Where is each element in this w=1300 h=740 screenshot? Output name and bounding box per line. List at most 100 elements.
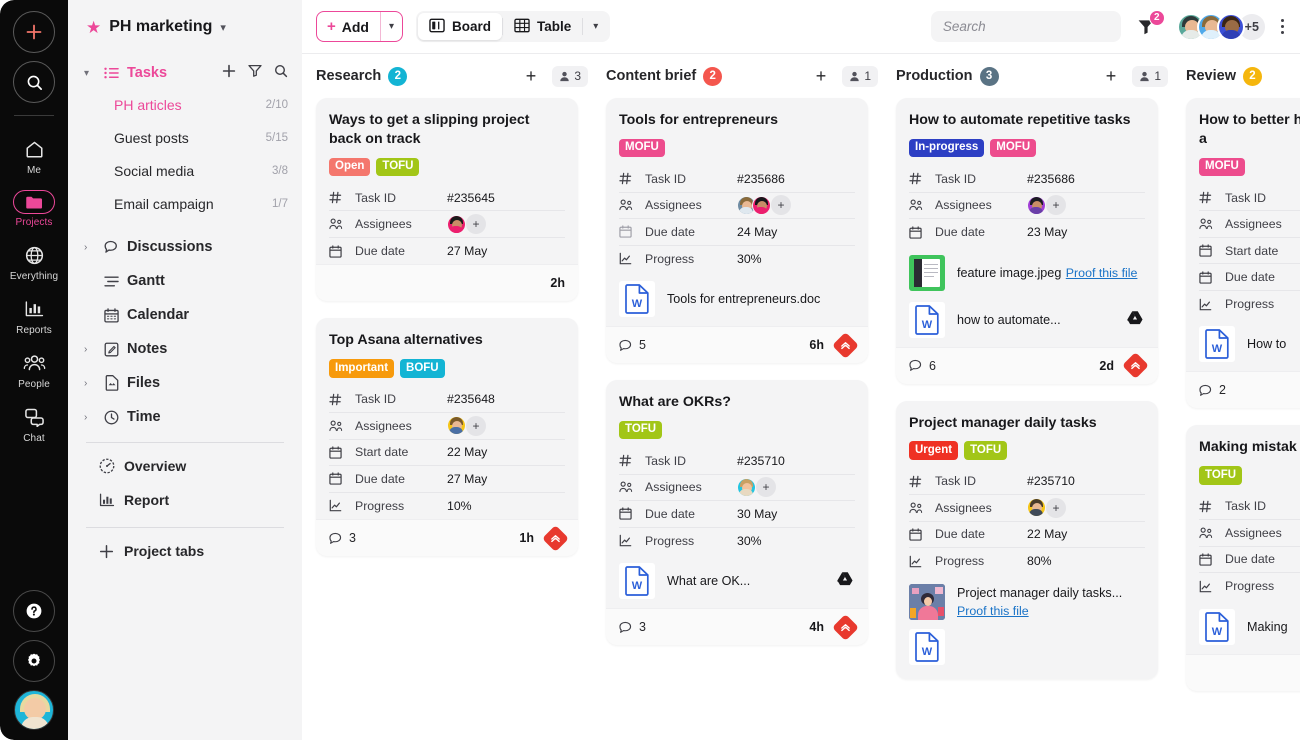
sidebar-item-report[interactable]: Report [82, 483, 288, 517]
sidebar-item-ph-articles[interactable]: PH articles 2/10 [82, 88, 288, 121]
rail-item-projects[interactable]: Projects [0, 190, 68, 228]
search-input[interactable] [942, 19, 1109, 34]
assignee-avatar[interactable] [1027, 195, 1046, 215]
add-assignee-button[interactable]: + [756, 477, 776, 498]
filter-icon[interactable] [248, 64, 262, 82]
chevron-right-icon[interactable]: › [84, 412, 96, 423]
attachment-row[interactable]: W How to [1199, 317, 1300, 371]
user-avatar[interactable] [14, 690, 54, 730]
tag[interactable]: MOFU [1199, 157, 1245, 176]
attachment-row[interactable]: W Tools for entrepreneurs.doc [619, 272, 855, 326]
assignee-avatar[interactable] [447, 416, 466, 436]
attachment-row[interactable]: W how to automate... [909, 300, 1145, 347]
view-dropdown-button[interactable]: ▾ [583, 21, 608, 32]
tag[interactable]: TOFU [964, 441, 1008, 460]
add-assignee-button[interactable]: + [466, 214, 486, 235]
tag[interactable]: MOFU [990, 138, 1037, 158]
chevron-right-icon[interactable]: › [84, 344, 96, 355]
task-card[interactable]: Project manager daily tasks Urgent TOFU … [896, 400, 1158, 679]
help-button[interactable] [13, 590, 55, 632]
comment-count[interactable]: 6 [909, 359, 936, 373]
add-project-tab-button[interactable]: Project tabs [82, 534, 288, 568]
rail-item-chat[interactable]: Chat [0, 404, 68, 444]
add-button[interactable]: + Add [317, 12, 380, 41]
sidebar-group-notes[interactable]: › Notes [82, 334, 288, 364]
rail-item-me[interactable]: Me [0, 136, 68, 176]
tag[interactable]: Important [329, 359, 395, 378]
project-header[interactable]: ★ PH marketing ▾ [82, 0, 288, 54]
avatar[interactable] [1216, 12, 1245, 41]
add-card-button[interactable]: + [522, 67, 541, 85]
column-assignee-count[interactable]: 1 [1132, 65, 1168, 87]
comment-count[interactable]: 3 [619, 620, 646, 634]
tab-table[interactable]: Table [503, 13, 582, 40]
assignee-avatar[interactable] [447, 214, 466, 234]
tag[interactable]: MOFU [619, 138, 665, 158]
tag[interactable]: Open [329, 157, 371, 176]
column-assignee-count[interactable]: 3 [552, 65, 588, 87]
sidebar-group-files[interactable]: › Files [82, 368, 288, 398]
assignee-avatar[interactable] [1027, 498, 1046, 518]
task-card[interactable]: Making mistak TOFU Task ID Assignees Due… [1186, 425, 1300, 691]
sidebar-group-tasks[interactable]: ▾ Tasks [82, 58, 288, 88]
priority-icon[interactable] [832, 613, 859, 641]
task-card[interactable]: What are OKRs? TOFU Task ID #235710 Assi… [606, 380, 868, 646]
priority-icon[interactable] [1122, 352, 1149, 380]
rail-item-reports[interactable]: Reports [0, 296, 68, 336]
sidebar-item-email-campaign[interactable]: Email campaign 1/7 [82, 187, 288, 220]
tag[interactable]: BOFU [400, 359, 445, 378]
global-add-button[interactable] [13, 11, 55, 53]
sidebar-group-calendar[interactable]: Calendar [82, 300, 288, 330]
task-card[interactable]: How to better handle deadlines as a MOFU… [1186, 98, 1300, 409]
google-drive-icon[interactable] [837, 571, 853, 591]
tag[interactable]: TOFU [1199, 466, 1243, 485]
attachment-row[interactable]: Project manager daily tasks... Proof thi… [909, 575, 1145, 629]
chevron-down-icon[interactable]: ▾ [84, 68, 96, 79]
tag[interactable]: TOFU [376, 157, 420, 176]
add-assignee-button[interactable]: + [1046, 195, 1066, 216]
chevron-right-icon[interactable]: › [84, 378, 96, 389]
tag[interactable]: TOFU [619, 420, 663, 440]
member-avatars[interactable]: +5 [1176, 11, 1267, 42]
priority-icon[interactable] [832, 331, 859, 359]
assignee-avatar[interactable] [737, 477, 756, 497]
attachment-row[interactable]: W Making [1199, 600, 1300, 654]
sidebar-item-overview[interactable]: Overview [82, 449, 288, 483]
task-card[interactable]: Top Asana alternatives Important BOFU Ta… [316, 318, 578, 557]
filter-button[interactable]: 2 [1137, 9, 1165, 39]
task-card[interactable]: How to automate repetitive tasks In-prog… [896, 98, 1158, 384]
star-icon[interactable]: ★ [86, 19, 101, 36]
task-card[interactable]: Tools for entrepreneurs MOFU Task ID #23… [606, 98, 868, 364]
add-task-icon[interactable] [222, 64, 236, 83]
comment-count[interactable]: 5 [619, 338, 646, 352]
comment-count[interactable]: 3 [329, 531, 356, 545]
search-box[interactable] [930, 11, 1121, 42]
chevron-right-icon[interactable]: › [84, 242, 96, 253]
add-button-group[interactable]: + Add ▾ [316, 11, 404, 42]
add-assignee-button[interactable]: + [1046, 497, 1066, 518]
global-search-button[interactable] [13, 61, 55, 103]
column-assignee-count[interactable]: 1 [842, 65, 878, 87]
add-assignee-button[interactable]: + [466, 415, 486, 436]
proof-file-link[interactable]: Proof this file [957, 604, 1029, 618]
sidebar-item-guest-posts[interactable]: Guest posts 5/15 [82, 121, 288, 154]
assignee-avatar[interactable] [752, 195, 771, 215]
comment-count[interactable]: 2 [1199, 383, 1226, 397]
tag[interactable]: In-progress [909, 138, 985, 158]
attachment-row[interactable]: W [909, 628, 1145, 679]
tab-board[interactable]: Board [418, 13, 503, 40]
rail-item-people[interactable]: People [0, 350, 68, 390]
proof-file-link[interactable]: Proof this file [1066, 266, 1138, 280]
sidebar-group-discussions[interactable]: › Discussions [82, 232, 288, 262]
google-drive-icon[interactable] [1127, 310, 1143, 330]
priority-icon[interactable] [542, 524, 569, 552]
add-card-button[interactable]: + [1102, 67, 1121, 85]
sidebar-group-time[interactable]: › Time [82, 402, 288, 432]
tag[interactable]: Urgent [909, 441, 959, 460]
add-dropdown-button[interactable]: ▾ [381, 21, 402, 32]
settings-button[interactable] [13, 640, 55, 682]
sidebar-group-gantt[interactable]: Gantt [82, 266, 288, 296]
add-card-button[interactable]: + [812, 67, 831, 85]
attachment-row[interactable]: W What are OK... [619, 554, 855, 608]
rail-item-everything[interactable]: Everything [0, 242, 68, 282]
